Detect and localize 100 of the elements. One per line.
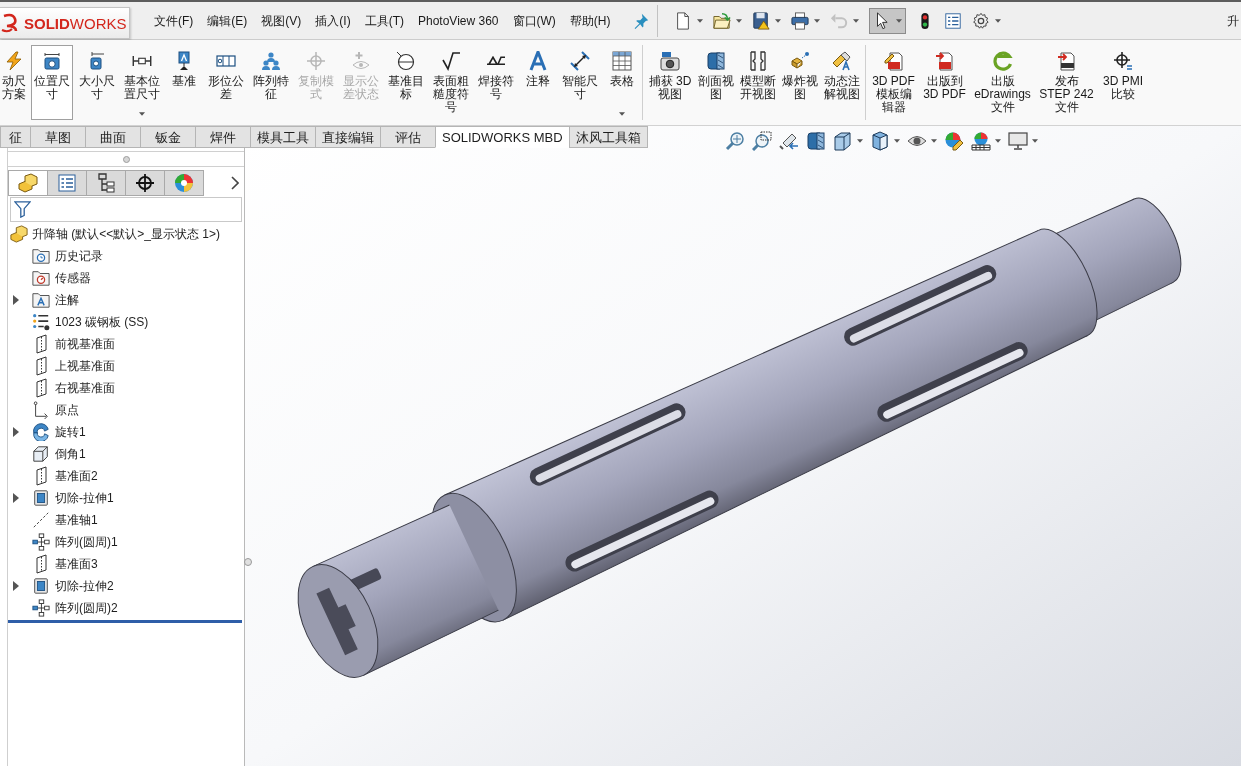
- tree-item[interactable]: 基准轴1: [55, 514, 98, 526]
- tree-item[interactable]: 升降轴 (默认<<默认>_显示状态 1>): [32, 228, 221, 240]
- tree-item[interactable]: 倒角1: [55, 448, 86, 460]
- command-tab[interactable]: 曲面: [85, 126, 141, 148]
- ribbon-button[interactable]: 基准目标: [385, 45, 427, 120]
- cube-icon[interactable]: [833, 131, 853, 151]
- ribbon-button[interactable]: 3D PMI 比较: [1098, 45, 1148, 120]
- pin-icon[interactable]: [632, 12, 649, 29]
- caret-icon[interactable]: [895, 18, 902, 23]
- expand-arrow-icon[interactable]: [13, 493, 19, 503]
- section-view-icon[interactable]: [806, 131, 826, 151]
- ribbon-button[interactable]: 出版 eDrawings 文件: [970, 45, 1035, 120]
- zoom-area-icon[interactable]: [752, 131, 772, 151]
- panel-tab[interactable]: [125, 170, 165, 196]
- menu-item[interactable]: 帮助(H): [569, 14, 611, 27]
- command-tab[interactable]: 征: [0, 126, 31, 148]
- monitor-icon[interactable]: [1008, 131, 1028, 151]
- caret-icon[interactable]: [139, 112, 145, 116]
- tree-item[interactable]: 切除-拉伸2: [55, 580, 114, 592]
- open-folder-icon[interactable]: [712, 11, 731, 30]
- menu-item[interactable]: 文件(F): [154, 14, 194, 27]
- caret-icon[interactable]: [995, 139, 1001, 143]
- caret-icon[interactable]: [813, 18, 820, 23]
- document-arrow-icon: [1056, 51, 1077, 71]
- printer-icon[interactable]: [790, 11, 809, 30]
- settings-icon[interactable]: [971, 11, 990, 30]
- caret-icon[interactable]: [931, 139, 937, 143]
- ribbon-button[interactable]: 表格: [604, 45, 640, 120]
- ribbon-button[interactable]: 出版到 3D PDF: [919, 45, 970, 120]
- chevron-right-icon[interactable]: [231, 176, 239, 190]
- color-ball-scene-icon[interactable]: [971, 131, 991, 151]
- shaded-box-icon[interactable]: [870, 131, 890, 151]
- tree-item[interactable]: 右视基准面: [55, 382, 115, 394]
- command-tab[interactable]: 模具工具: [250, 126, 316, 148]
- menu-item[interactable]: 视图(V): [261, 14, 302, 27]
- ribbon-button[interactable]: 基本位置尺寸: [121, 45, 163, 120]
- menu-item[interactable]: 插入(I): [315, 14, 351, 27]
- ribbon-button[interactable]: 捕获 3D 视图: [645, 45, 695, 120]
- save-icon[interactable]: [751, 11, 770, 30]
- toolbar-button[interactable]: [868, 7, 906, 34]
- menu-item[interactable]: 工具(T): [364, 14, 404, 27]
- ribbon-button[interactable]: 形位公差: [205, 45, 247, 120]
- ribbon-button[interactable]: 位置尺寸: [31, 45, 73, 120]
- expand-arrow-icon[interactable]: [13, 427, 19, 437]
- ribbon-button[interactable]: 模型断开视图: [737, 45, 779, 120]
- command-tab[interactable]: 沐风工具箱: [568, 126, 648, 148]
- zoom-to-fit-icon[interactable]: [725, 131, 745, 151]
- command-tab[interactable]: 评估: [380, 126, 436, 148]
- ribbon-button[interactable]: 基准: [166, 45, 202, 120]
- tree-item[interactable]: 传感器: [55, 272, 91, 284]
- menu-item[interactable]: 编辑(E): [207, 14, 248, 27]
- tree-item[interactable]: 历史记录: [55, 250, 103, 262]
- tree-item[interactable]: 切除-拉伸1: [55, 492, 114, 504]
- caret-icon[interactable]: [994, 18, 1001, 23]
- ribbon-button[interactable]: 爆炸视图: [779, 45, 821, 120]
- tree-item[interactable]: 1023 碳钢板 (SS): [55, 316, 149, 328]
- grip-icon[interactable]: [122, 155, 130, 163]
- tree-item[interactable]: 上视基准面: [55, 360, 115, 372]
- caret-icon[interactable]: [857, 139, 863, 143]
- ribbon-button[interactable]: 3D PDF 模板编辑器: [868, 45, 919, 120]
- menu-item[interactable]: PhotoView 360: [418, 14, 499, 27]
- ribbon-button[interactable]: 动尺方案: [0, 45, 28, 120]
- tree-item[interactable]: 阵列(圆周)1: [55, 536, 118, 548]
- panel-handle-icon[interactable]: [244, 558, 252, 566]
- command-tab[interactable]: SOLIDWORKS MBD: [435, 126, 570, 148]
- tree-item[interactable]: 旋转1: [55, 426, 86, 438]
- ribbon-button[interactable]: 剖面视图: [695, 45, 737, 120]
- tree-item[interactable]: 阵列(圆周)2: [55, 602, 118, 614]
- swirl-icon: [992, 51, 1013, 71]
- caret-icon[interactable]: [735, 18, 742, 23]
- tree-item[interactable]: 原点: [55, 404, 79, 416]
- caret-icon[interactable]: [696, 18, 703, 23]
- filter-field[interactable]: [10, 197, 242, 222]
- color-ball-pencil-icon[interactable]: [944, 131, 964, 151]
- command-tab[interactable]: 焊件: [195, 126, 251, 148]
- tree-item[interactable]: 前视基准面: [55, 338, 115, 350]
- ribbon-button[interactable]: 发布 STEP 242 文件: [1035, 45, 1098, 120]
- command-tab[interactable]: 钣金: [140, 126, 196, 148]
- ribbon-button[interactable]: 动态注解视图: [821, 45, 863, 120]
- ribbon-button[interactable]: 注释: [520, 45, 556, 120]
- tree-item[interactable]: 注解: [55, 294, 79, 306]
- command-tab[interactable]: 草图: [30, 126, 86, 148]
- tree-item[interactable]: 基准面3: [55, 558, 98, 570]
- expand-arrow-icon[interactable]: [13, 581, 19, 591]
- caret-icon[interactable]: [774, 18, 781, 23]
- list-icon[interactable]: [943, 11, 962, 30]
- ribbon-button[interactable]: 阵列特征: [250, 45, 292, 120]
- ribbon-button[interactable]: 焊接符号: [475, 45, 517, 120]
- caret-icon[interactable]: [619, 112, 625, 116]
- expand-arrow-icon[interactable]: [13, 295, 19, 305]
- ribbon-button[interactable]: 智能尺寸: [559, 45, 601, 120]
- command-tab[interactable]: 直接编辑: [315, 126, 381, 148]
- ribbon-button[interactable]: 表面粗糙度符号: [430, 45, 472, 120]
- tree-item[interactable]: 基准面2: [55, 470, 98, 482]
- explode-view-icon: [790, 51, 810, 71]
- ribbon-button[interactable]: 大小尺寸: [76, 45, 118, 120]
- caret-icon[interactable]: [894, 139, 900, 143]
- menu-item[interactable]: 窗口(W): [512, 14, 556, 27]
- caret-icon[interactable]: [1032, 139, 1038, 143]
- previous-view-icon[interactable]: [779, 131, 799, 151]
